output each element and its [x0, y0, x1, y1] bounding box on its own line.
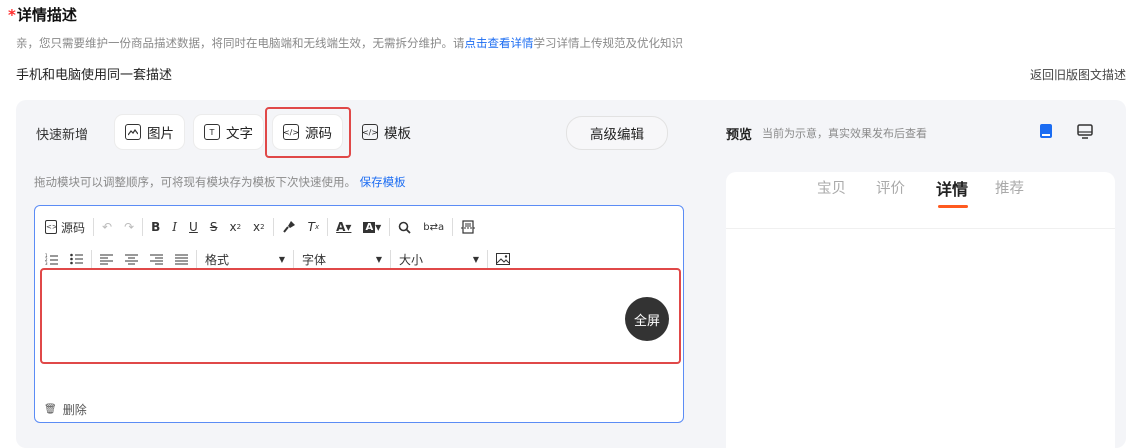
- size-select[interactable]: 大小 ▼: [399, 251, 479, 268]
- chevron-down-icon: ▼: [278, 254, 285, 264]
- font-select[interactable]: 字体 ▼: [302, 251, 382, 268]
- superscript-icon[interactable]: x2: [253, 220, 265, 234]
- add-text-label: 文字: [226, 126, 253, 142]
- preview-label: 预览: [726, 128, 753, 143]
- hint-prefix: 亲，您只需要维护一份商品描述数据，将同时在电脑端和无线端生效，无需拆分维护。请: [16, 36, 465, 50]
- svg-text:3: 3: [45, 261, 48, 265]
- toolbar-row-1: <> 源码 ↶ ↷ B I U S x2 x2 Tx A▾ A ▾ b⇄a: [45, 216, 487, 238]
- mobile-view-icon[interactable]: [1037, 122, 1055, 140]
- format-select[interactable]: 格式 ▼: [205, 251, 285, 268]
- unordered-list-icon[interactable]: [70, 253, 83, 265]
- preview-note: 当前为示意，真实效果发布后查看: [762, 127, 927, 140]
- content-area-highlight[interactable]: [40, 268, 681, 364]
- font-select-label: 字体: [302, 252, 327, 267]
- details-link[interactable]: 点击查看详情: [465, 36, 534, 50]
- background-color-icon[interactable]: A ▾: [363, 220, 381, 234]
- align-center-icon[interactable]: [125, 254, 138, 265]
- toolbar-divider: [293, 250, 294, 268]
- add-image-label: 图片: [147, 126, 174, 142]
- toolbar-row-2: 123 格式 ▼ 字体 ▼ 大小 ▼: [45, 248, 522, 270]
- delete-module-button[interactable]: 🗑 删除: [44, 401, 87, 418]
- find-icon[interactable]: [398, 221, 411, 234]
- format-painter-icon[interactable]: [282, 220, 296, 234]
- toolbar-divider: [142, 218, 144, 236]
- replace-icon[interactable]: b⇄a: [423, 222, 444, 233]
- page-break-icon[interactable]: [461, 220, 476, 234]
- source-toggle-label: 源码: [61, 220, 86, 235]
- required-mark: *: [8, 6, 16, 24]
- save-template-link[interactable]: 保存模板: [360, 175, 406, 189]
- redo-icon[interactable]: ↷: [124, 220, 134, 234]
- align-left-icon[interactable]: [100, 254, 113, 265]
- format-select-label: 格式: [205, 252, 230, 267]
- bold-icon[interactable]: B: [151, 220, 160, 234]
- subscript-icon[interactable]: x2: [229, 220, 241, 234]
- add-image-button[interactable]: 图片: [115, 115, 184, 149]
- toolbar-divider: [487, 250, 488, 268]
- undo-icon[interactable]: ↶: [102, 220, 112, 234]
- back-to-old-version-link[interactable]: 返回旧版图文描述: [1030, 66, 1126, 83]
- preview-tab-item[interactable]: 宝贝: [817, 177, 846, 198]
- toolbar-divider: [327, 218, 329, 236]
- advanced-edit-button[interactable]: 高级编辑: [566, 116, 668, 150]
- delete-label: 删除: [62, 403, 87, 417]
- italic-icon[interactable]: I: [172, 220, 177, 234]
- add-template-button[interactable]: </> 模板: [352, 115, 421, 149]
- description-hint: 亲，您只需要维护一份商品描述数据，将同时在电脑端和无线端生效，无需拆分维护。请点…: [16, 35, 683, 51]
- title-text: 详情描述: [16, 6, 77, 24]
- toolbar-divider: [452, 218, 454, 236]
- toolbar-divider: [389, 218, 391, 236]
- align-justify-icon[interactable]: [175, 254, 188, 265]
- desktop-view-icon[interactable]: [1076, 122, 1094, 140]
- toolbar-divider: [196, 250, 197, 268]
- active-tab-indicator: [938, 205, 968, 208]
- add-template-label: 模板: [384, 126, 411, 142]
- image-icon: [125, 124, 141, 140]
- hint-suffix: 学习详情上传规范及优化知识: [533, 36, 684, 50]
- source-toggle-button[interactable]: <> 源码: [45, 219, 85, 236]
- chevron-down-icon: ▼: [472, 254, 479, 264]
- toolbar-divider: [91, 250, 92, 268]
- text-icon: T: [204, 124, 220, 140]
- section-title: *详情描述: [8, 4, 77, 25]
- preview-tab-details[interactable]: 详情: [936, 176, 968, 200]
- strikethrough-icon[interactable]: S: [210, 220, 218, 234]
- toolbar-divider: [93, 218, 95, 236]
- toolbar-divider: [272, 218, 274, 236]
- preview-tab-reviews[interactable]: 评价: [876, 177, 905, 198]
- drag-hint: 拖动模块可以调整顺序，可将现有模块存为模板下次快速使用。 保存模板: [34, 174, 406, 190]
- preview-divider: [726, 228, 1115, 229]
- drag-hint-text: 拖动模块可以调整顺序，可将现有模块存为模板下次快速使用。: [34, 175, 356, 189]
- trash-icon: 🗑: [44, 404, 57, 415]
- align-right-icon[interactable]: [150, 254, 163, 265]
- ordered-list-icon[interactable]: 123: [45, 253, 58, 265]
- preview-tab-recommend[interactable]: 推荐: [995, 177, 1024, 198]
- add-text-button[interactable]: T 文字: [194, 115, 263, 149]
- font-color-icon[interactable]: A▾: [336, 220, 351, 234]
- chevron-down-icon: ▼: [375, 254, 382, 264]
- quick-add-label: 快速新增: [36, 128, 89, 143]
- source-button-highlight: [265, 107, 351, 158]
- fullscreen-button[interactable]: 全屏: [625, 297, 669, 341]
- size-select-label: 大小: [399, 252, 424, 267]
- preview-card: [726, 172, 1115, 448]
- insert-image-icon[interactable]: [496, 253, 510, 265]
- clear-format-icon[interactable]: Tx: [308, 220, 320, 234]
- shared-description-label: 手机和电脑使用同一套描述: [16, 68, 173, 83]
- underline-icon[interactable]: U: [189, 220, 198, 234]
- template-icon: </>: [362, 124, 378, 140]
- toolbar-divider: [390, 250, 391, 268]
